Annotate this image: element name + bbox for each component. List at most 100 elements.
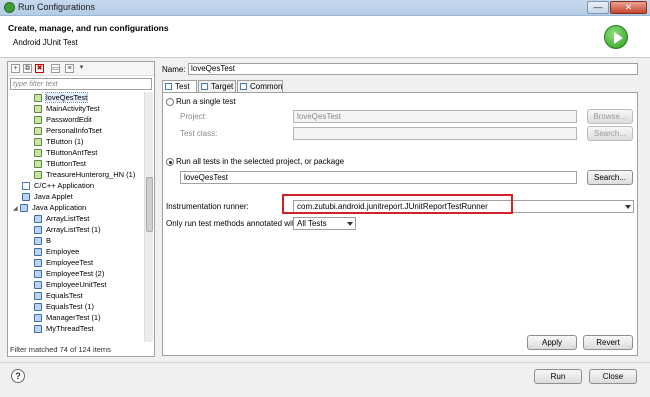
filter-status: Filter matched 74 of 124 items xyxy=(10,345,111,354)
close-window-button[interactable]: ✕ xyxy=(610,1,647,14)
configuration-editor: Name: loveQesTest Test Target Common Run… xyxy=(162,61,642,357)
java-applet-icon xyxy=(22,193,30,202)
run-all-label: Run all tests in the selected project, o… xyxy=(176,157,345,166)
tree-item[interactable]: TButtonAntTest xyxy=(34,147,97,158)
tree-item[interactable]: EmployeeTest xyxy=(34,257,93,268)
tree-item[interactable]: TreasureHunterorg_HN (1) xyxy=(34,169,135,180)
header-subtitle: Android JUnit Test xyxy=(13,38,78,47)
common-tab-icon xyxy=(240,83,247,90)
tree-item[interactable]: EmployeeUnitTest xyxy=(34,279,106,290)
project-field[interactable]: loveQesTest xyxy=(293,110,577,123)
runner-label: Instrumentation runner: xyxy=(166,202,249,211)
run-button[interactable]: Run xyxy=(534,369,582,384)
browse-button[interactable]: Browse... xyxy=(587,109,633,124)
android-test-icon xyxy=(34,127,42,136)
test-tab-icon xyxy=(165,83,172,90)
tree-item[interactable]: TButton (1) xyxy=(34,136,84,147)
filter-icon[interactable]: ≡ xyxy=(65,64,74,73)
tree-item[interactable]: PersonalInfoTset xyxy=(34,125,102,136)
run-all-radio[interactable] xyxy=(166,158,174,166)
configuration-tree: loveQesTest MainActivityTest PasswordEdi… xyxy=(10,92,144,342)
expand-icon[interactable]: ◢ xyxy=(13,204,20,215)
run-all-container-field[interactable]: loveQesTest xyxy=(180,171,577,184)
tree-scrollbar[interactable] xyxy=(144,92,153,342)
project-label: Project: xyxy=(180,112,208,121)
window-title: Run Configurations xyxy=(18,2,96,12)
runner-highlight-box xyxy=(282,194,513,214)
java-app-icon xyxy=(34,259,42,268)
minimize-button[interactable]: — xyxy=(587,1,609,14)
tree-item[interactable]: ArrayListTest xyxy=(34,213,89,224)
name-label: Name: xyxy=(162,65,186,74)
java-app-icon xyxy=(34,215,42,224)
scrollbar-thumb[interactable] xyxy=(146,177,153,232)
search-class-button[interactable]: Search... xyxy=(587,126,633,141)
tree-item[interactable]: ArrayListTest (1) xyxy=(34,224,101,235)
tree-item[interactable]: TButtonTest xyxy=(34,158,86,169)
dropdown-icon[interactable]: ▾ xyxy=(77,64,86,73)
target-tab-icon xyxy=(201,83,208,90)
name-input[interactable]: loveQesTest xyxy=(188,63,638,75)
help-icon[interactable]: ? xyxy=(11,369,25,383)
tree-item[interactable]: EmployeeTest (2) xyxy=(34,268,104,279)
dialog-header: Create, manage, and run configurations A… xyxy=(0,16,650,58)
tree-category[interactable]: C/C++ Application xyxy=(22,180,94,191)
tree-item[interactable]: EqualsTest (1) xyxy=(34,301,94,312)
java-app-icon xyxy=(34,248,42,257)
configuration-list-pane: + ⧉ ✖ ▭ ≡ ▾ type filter text loveQesTest… xyxy=(7,61,155,357)
test-tab-panel: Run a single test Project: loveQesTest B… xyxy=(162,92,638,356)
java-application-icon xyxy=(20,204,28,213)
tree-category[interactable]: Java Applet xyxy=(22,191,73,202)
java-app-icon xyxy=(34,226,42,235)
tab-target[interactable]: Target xyxy=(198,80,236,92)
collapse-all-icon[interactable]: ▭ xyxy=(51,64,60,73)
tree-item[interactable]: ManagerTest (1) xyxy=(34,312,101,323)
android-test-icon xyxy=(34,138,42,147)
annotation-combo[interactable]: All Tests xyxy=(293,217,356,230)
android-test-icon xyxy=(34,105,42,114)
tree-item[interactable]: Employee xyxy=(34,246,79,257)
java-app-icon xyxy=(34,303,42,312)
tab-common[interactable]: Common xyxy=(237,80,283,92)
android-test-icon xyxy=(34,160,42,169)
duplicate-icon[interactable]: ⧉ xyxy=(23,64,32,73)
java-app-icon xyxy=(34,281,42,290)
search-container-button[interactable]: Search... xyxy=(587,170,633,185)
apply-button[interactable]: Apply xyxy=(527,335,577,350)
annotation-value: All Tests xyxy=(297,219,327,228)
test-class-field[interactable] xyxy=(293,127,577,140)
java-app-icon xyxy=(34,237,42,246)
android-test-icon xyxy=(34,116,42,125)
filter-input[interactable]: type filter text xyxy=(10,78,152,90)
tree-item[interactable]: loveQesTest xyxy=(34,92,89,103)
java-app-icon xyxy=(34,292,42,301)
chevron-down-icon xyxy=(625,205,631,209)
run-badge-icon xyxy=(604,25,628,49)
android-test-icon xyxy=(34,171,42,180)
title-bar: Run Configurations — ✕ xyxy=(0,0,650,16)
close-button[interactable]: Close xyxy=(589,369,637,384)
annotation-label: Only run test methods annotated with: xyxy=(166,219,301,228)
single-test-label: Run a single test xyxy=(176,97,236,106)
tree-category[interactable]: ◢ Java Application xyxy=(13,202,86,213)
android-test-icon xyxy=(34,94,42,103)
delete-icon[interactable]: ✖ xyxy=(35,64,44,73)
test-class-label: Test class: xyxy=(180,129,218,138)
c-cpp-application-icon xyxy=(22,182,30,191)
android-test-icon xyxy=(34,149,42,158)
tree-item[interactable]: MyThreadTest xyxy=(34,323,94,334)
new-config-icon[interactable]: + xyxy=(11,64,20,73)
tree-item[interactable]: MainActivityTest xyxy=(34,103,100,114)
chevron-down-icon xyxy=(347,222,353,226)
java-app-icon xyxy=(34,325,42,334)
configuration-toolbar: + ⧉ ✖ ▭ ≡ ▾ xyxy=(8,62,154,76)
single-test-radio[interactable] xyxy=(166,98,174,106)
tree-item[interactable]: EqualsTest xyxy=(34,290,83,301)
tree-item[interactable]: PasswordEdit xyxy=(34,114,92,125)
header-title: Create, manage, and run configurations xyxy=(8,23,169,33)
java-app-icon xyxy=(34,314,42,323)
tree-item[interactable]: B xyxy=(34,235,51,246)
revert-button[interactable]: Revert xyxy=(583,335,633,350)
footer-separator xyxy=(0,362,650,363)
java-app-icon xyxy=(34,270,42,279)
